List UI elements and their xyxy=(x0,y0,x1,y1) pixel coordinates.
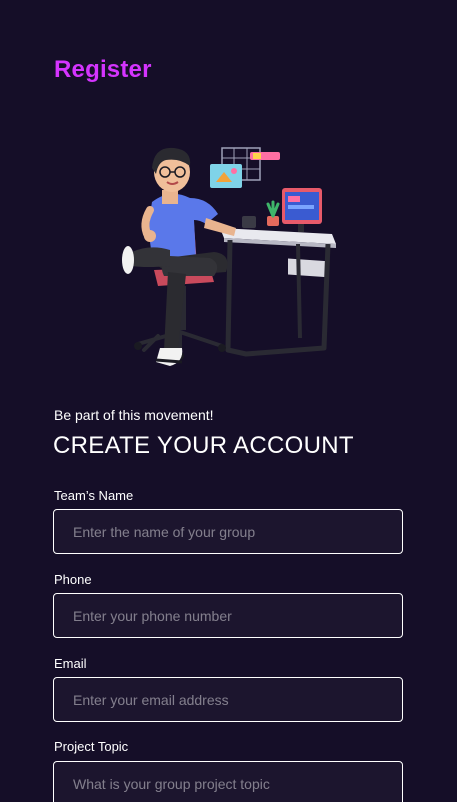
project-topic-input[interactable] xyxy=(53,761,403,802)
tagline: Be part of this movement! xyxy=(54,407,214,423)
phone-input[interactable] xyxy=(53,593,403,638)
email-input[interactable] xyxy=(53,677,403,722)
team-name-label: Team’s Name xyxy=(54,488,134,503)
floating-cards-illustration xyxy=(210,147,280,188)
project-topic-label: Project Topic xyxy=(54,739,129,754)
team-name-input[interactable] xyxy=(53,509,403,554)
desk-illustration xyxy=(220,228,336,357)
mug-illustration xyxy=(242,216,256,228)
form-heading: CREATE YOUR ACCOUNT xyxy=(53,432,354,459)
page-title: Register xyxy=(54,56,152,83)
email-label: Email xyxy=(54,656,87,671)
plant-illustration xyxy=(266,200,280,226)
register-page: Register Be part of this movement! CREAT… xyxy=(0,0,457,802)
person-at-desk-illustration xyxy=(122,147,336,366)
phone-label: Phone xyxy=(54,572,92,587)
monitor-illustration xyxy=(282,188,322,232)
